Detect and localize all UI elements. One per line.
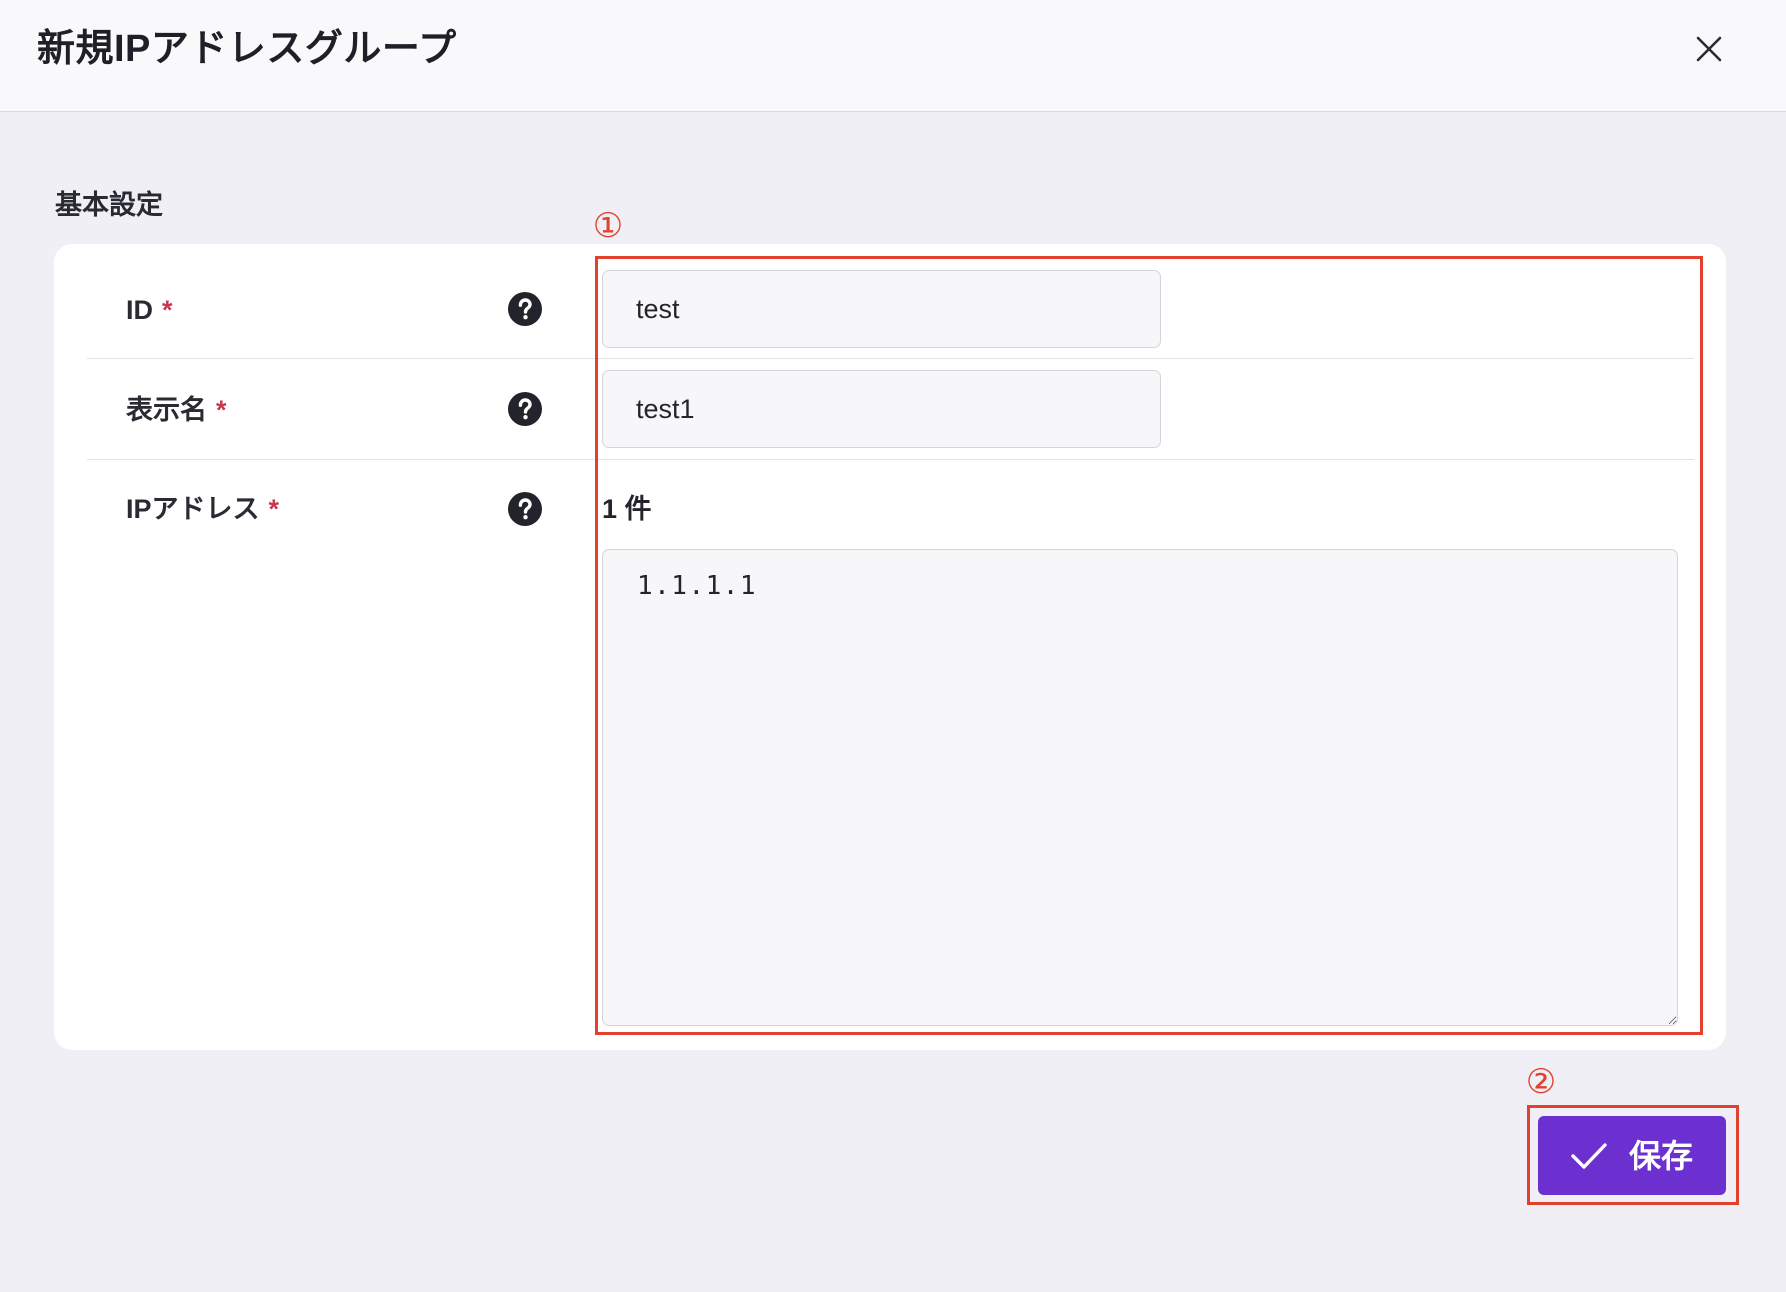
required-mark: *: [162, 295, 173, 325]
row-divider: [87, 459, 1694, 460]
basic-settings-card: ID * 表示名 * IPアドレス * 1 件 1.1.1.1: [54, 244, 1726, 1050]
display-name-input[interactable]: [602, 370, 1161, 448]
id-field-label: ID *: [126, 293, 173, 327]
question-circle-icon[interactable]: [508, 292, 542, 326]
question-circle-icon[interactable]: [508, 492, 542, 526]
dialog-header: 新規IPアドレスグループ: [0, 0, 1786, 112]
annotation-marker-2: ②: [1525, 1062, 1557, 1102]
ip-address-textarea[interactable]: 1.1.1.1: [602, 549, 1678, 1026]
id-label-text: ID: [126, 295, 153, 325]
ip-address-label-text: IPアドレス: [126, 494, 260, 524]
ip-address-field-label: IPアドレス *: [126, 492, 279, 526]
save-button[interactable]: 保存: [1538, 1116, 1726, 1195]
required-mark: *: [216, 395, 227, 425]
row-divider: [87, 358, 1694, 359]
dialog-title: 新規IPアドレスグループ: [37, 28, 457, 70]
check-icon: [1571, 1142, 1607, 1169]
required-mark: *: [268, 494, 280, 524]
ip-address-count: 1 件: [602, 494, 652, 524]
save-button-label: 保存: [1628, 1137, 1693, 1174]
display-name-field-label: 表示名 *: [126, 393, 227, 427]
id-input[interactable]: [602, 270, 1161, 348]
annotation-marker-1: ①: [592, 206, 624, 246]
question-circle-icon[interactable]: [508, 392, 542, 426]
display-name-label-text: 表示名: [126, 395, 207, 425]
close-icon[interactable]: [1693, 33, 1725, 65]
section-title-basic-settings: 基本設定: [55, 190, 163, 220]
